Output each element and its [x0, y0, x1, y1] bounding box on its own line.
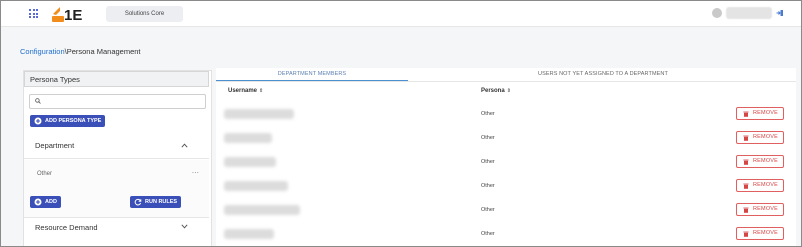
- top-bar: 1E Solutions Core: [1, 1, 801, 27]
- persona-cell: Other: [481, 183, 495, 189]
- add-persona-type-label: ADD PERSONA TYPE: [45, 118, 102, 124]
- add-persona-type-button[interactable]: ADD PERSONA TYPE: [30, 115, 106, 127]
- search-icon: [35, 98, 41, 104]
- username-redacted: [224, 157, 276, 167]
- section-department[interactable]: Department: [24, 134, 209, 159]
- persona-cell: Other: [481, 231, 495, 237]
- trash-icon: [743, 135, 749, 141]
- members-panel: DEPARTMENT MEMBERS USERS NOT YET ASSIGNE…: [216, 68, 796, 246]
- svg-text:1E: 1E: [64, 7, 82, 23]
- remove-button[interactable]: REMOVE: [736, 203, 784, 216]
- remove-button[interactable]: REMOVE: [736, 131, 784, 144]
- table-row: Other REMOVE: [216, 126, 796, 151]
- sort-icon[interactable]: ⇕: [259, 88, 263, 94]
- add-label: ADD: [45, 199, 57, 205]
- trash-icon: [743, 183, 749, 189]
- refresh-icon: [134, 198, 142, 206]
- more-options-icon[interactable]: ...: [192, 168, 199, 175]
- user-avatar[interactable]: [712, 8, 722, 18]
- table-row: Other REMOVE: [216, 222, 796, 246]
- persona-cell: Other: [481, 135, 495, 141]
- username-redacted: [224, 181, 288, 191]
- username-redacted: [224, 205, 300, 215]
- chevron-down-icon[interactable]: [181, 224, 188, 229]
- table-row: Other REMOVE: [216, 174, 796, 199]
- search-input[interactable]: [44, 96, 202, 107]
- trash-icon: [743, 207, 749, 213]
- persona-cell: Other: [481, 159, 495, 165]
- persona-cell: Other: [481, 207, 495, 213]
- product-tab[interactable]: Solutions Core: [106, 6, 183, 22]
- trash-icon: [743, 231, 749, 237]
- plus-circle-icon: [34, 198, 42, 206]
- panel-title: Persona Types: [24, 71, 209, 87]
- username-redacted: [224, 109, 294, 119]
- section-label: Department: [35, 141, 75, 150]
- chevron-up-icon[interactable]: [181, 143, 188, 148]
- table-header: Username ⇕ Persona ⇕: [216, 81, 796, 103]
- app-window: 1E Solutions Core Configuration\Persona …: [0, 0, 802, 247]
- tab-department-members[interactable]: DEPARTMENT MEMBERS: [216, 68, 408, 81]
- user-name-redacted[interactable]: [726, 7, 772, 19]
- remove-button[interactable]: REMOVE: [736, 179, 784, 192]
- table-row: Other REMOVE: [216, 150, 796, 175]
- remove-button[interactable]: REMOVE: [736, 227, 784, 240]
- search-box[interactable]: [29, 94, 206, 109]
- username-redacted: [224, 229, 274, 239]
- table-row: Other REMOVE: [216, 198, 796, 223]
- persona-cell: Other: [481, 111, 495, 117]
- breadcrumb: Configuration\Persona Management: [20, 47, 141, 56]
- trash-icon: [743, 111, 749, 117]
- app-grid-icon[interactable]: [29, 9, 38, 18]
- table-row: Other REMOVE: [216, 102, 796, 127]
- trash-icon: [743, 159, 749, 165]
- remove-button[interactable]: REMOVE: [736, 107, 784, 120]
- add-button[interactable]: ADD: [30, 196, 61, 208]
- run-rules-label: RUN RULES: [145, 199, 178, 205]
- username-redacted: [224, 133, 272, 143]
- tab-unassigned-users[interactable]: USERS NOT YET ASSIGNED TO A DEPARTMENT: [410, 68, 796, 80]
- sort-icon[interactable]: ⇕: [507, 88, 511, 94]
- run-rules-button[interactable]: RUN RULES: [130, 196, 182, 208]
- section-resource-demand[interactable]: Resource Demand: [24, 217, 209, 241]
- logout-icon[interactable]: [776, 9, 784, 17]
- remove-button[interactable]: REMOVE: [736, 155, 784, 168]
- persona-types-panel: Persona Types ADD PERSONA TYPE Departmen…: [23, 70, 212, 246]
- persona-item[interactable]: Other: [37, 171, 52, 177]
- breadcrumb-current: Persona Management: [66, 47, 141, 56]
- plus-circle-icon: [34, 117, 42, 125]
- column-header-username[interactable]: Username ⇕: [228, 88, 263, 94]
- brand-logo[interactable]: 1E: [51, 5, 85, 23]
- column-header-persona[interactable]: Persona ⇕: [481, 88, 511, 94]
- department-items: Other ... ADD RUN RULES: [24, 160, 209, 218]
- breadcrumb-link-configuration[interactable]: Configuration: [20, 47, 65, 56]
- section-label: Resource Demand: [35, 223, 98, 232]
